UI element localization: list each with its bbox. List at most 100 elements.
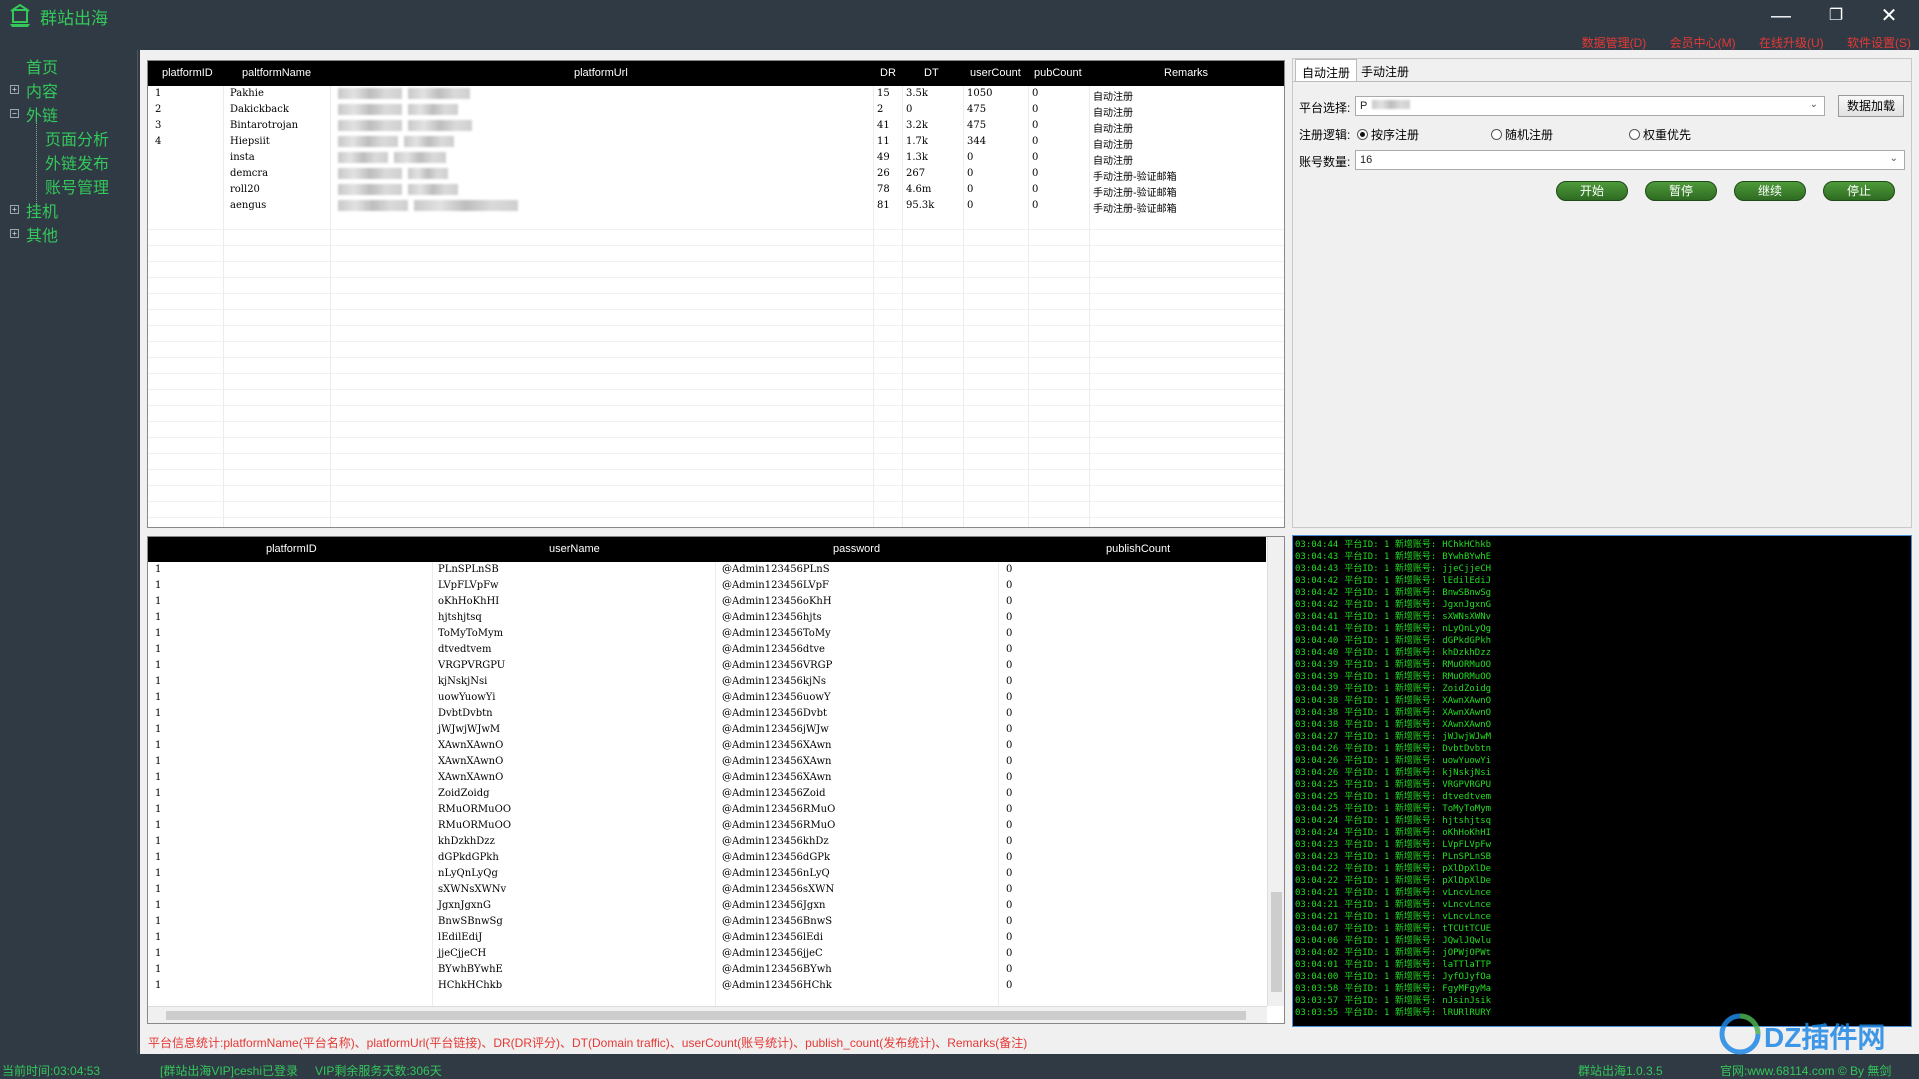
menu-online-upgrade[interactable]: 在线升级(U) [1759, 36, 1824, 50]
expand-icon[interactable]: + [10, 229, 19, 238]
close-button[interactable]: ✕ [1874, 4, 1904, 28]
row-divider [148, 341, 1284, 342]
sidebar-item-other[interactable]: 其他 [26, 222, 58, 246]
column-header[interactable]: platformID [162, 67, 213, 79]
table-row[interactable]: 1 dtvedtvem @Admin123456dtve 0 [148, 642, 1266, 658]
menu-software-settings[interactable]: 软件设置(S) [1847, 36, 1911, 50]
sidebar-item-link-publish[interactable]: 外链发布 [45, 150, 109, 174]
column-header[interactable]: DT [924, 67, 939, 79]
table-row[interactable]: 1 LVpFLVpFw @Admin123456LVpF 0 [148, 578, 1266, 594]
table-row[interactable]: 1 BYwhBYwhE @Admin123456BYwh 0 [148, 962, 1266, 978]
column-header[interactable]: pubCount [1034, 67, 1082, 79]
scrollbar-thumb[interactable] [166, 1011, 1246, 1020]
sidebar-item-backlinks[interactable]: 外链 [26, 102, 58, 126]
table-row[interactable]: 1 dGPkdGPkh @Admin123456dGPk 0 [148, 850, 1266, 866]
table-row[interactable]: 2 Dakickback 2 0 475 0 自动注册 [148, 102, 1284, 119]
table-row[interactable]: 1 ToMyToMym @Admin123456ToMy 0 [148, 626, 1266, 642]
table-row[interactable]: 3 Bintarotrojan 41 3.2k 475 0 自动注册 [148, 118, 1284, 135]
dr-cell: 2 [877, 104, 884, 115]
table-row[interactable]: aengus 81 95.3k 0 0 手动注册-验证邮箱 [148, 198, 1284, 215]
table-row[interactable]: 1 XAwnXAwnO @Admin123456XAwn 0 [148, 754, 1266, 770]
table-row[interactable]: 1 kjNskjNsi @Admin123456kjNs 0 [148, 674, 1266, 690]
platform-id-cell: 1 [155, 916, 162, 927]
log-console[interactable]: 03:04:44 平台ID: 1 新增账号: HChkHChkb 03:04:43 平台… [1292, 535, 1912, 1027]
table-row[interactable]: 1 oKhHoKhHI @Admin123456oKhH 0 [148, 594, 1266, 610]
table-row[interactable]: 1 nLyQnLyQg @Admin123456nLyQ 0 [148, 866, 1266, 882]
minimize-button[interactable]: — [1766, 4, 1796, 28]
expand-icon[interactable]: + [10, 205, 19, 214]
table-row[interactable]: roll20 78 4.6m 0 0 手动注册-验证邮箱 [148, 182, 1284, 199]
table-row[interactable]: 1 RMuORMuOO @Admin123456RMuO 0 [148, 802, 1266, 818]
platform-select-value: P [1360, 100, 1368, 112]
table-row[interactable]: insta 49 1.3k 0 0 自动注册 [148, 150, 1284, 167]
menu-data-management[interactable]: 数据管理(D) [1582, 36, 1647, 50]
resume-button[interactable]: 继续 [1734, 181, 1806, 201]
scrollbar-thumb[interactable] [1271, 892, 1282, 992]
radio-random[interactable]: 随机注册 [1491, 126, 1553, 143]
start-button[interactable]: 开始 [1556, 181, 1628, 201]
table-row[interactable]: 1 HChkHChkb @Admin123456HChk 0 [148, 978, 1266, 994]
table-row[interactable]: 1 XAwnXAwnO @Admin123456XAwn 0 [148, 770, 1266, 786]
platform-id-cell: 2 [155, 104, 162, 115]
expand-icon[interactable]: + [10, 85, 19, 94]
sidebar-item-content[interactable]: 内容 [26, 78, 58, 102]
radio-weight[interactable]: 权重优先 [1629, 126, 1691, 143]
platform-select[interactable]: P ⌄ [1355, 96, 1825, 116]
platform-id-cell: 1 [155, 868, 162, 879]
row-divider [148, 453, 1284, 454]
redacted-url [408, 88, 470, 99]
table-row[interactable]: 1 VRGPVRGPU @Admin123456VRGP 0 [148, 658, 1266, 674]
dr-cell: 49 [877, 152, 890, 163]
column-header[interactable]: Remarks [1164, 67, 1208, 79]
top-menu: 数据管理(D) 会员中心(M) 在线升级(U) 软件设置(S) [1562, 34, 1911, 51]
column-header[interactable]: DR [880, 67, 896, 79]
stop-button[interactable]: 停止 [1823, 181, 1895, 201]
column-header[interactable]: platformUrl [574, 67, 628, 79]
column-header[interactable]: paltformName [242, 67, 311, 79]
maximize-button[interactable]: ❐ [1821, 4, 1851, 28]
table-row[interactable]: 1 hjtshjtsq @Admin123456hjts 0 [148, 610, 1266, 626]
table-row[interactable]: 1 uowYuowYi @Admin123456uowY 0 [148, 690, 1266, 706]
sidebar-item-page-analysis[interactable]: 页面分析 [45, 126, 109, 150]
horizontal-scrollbar[interactable] [148, 1006, 1267, 1023]
load-data-button[interactable]: 数据加载 [1838, 95, 1904, 117]
table-row[interactable]: 1 Pakhie 15 3.5k 1050 0 自动注册 [148, 86, 1284, 103]
table-row[interactable]: 1 PLnSPLnSB @Admin123456PLnS 0 [148, 562, 1266, 578]
table-row[interactable]: 1 BnwSBnwSg @Admin123456BnwS 0 [148, 914, 1266, 930]
vertical-scrollbar[interactable] [1267, 537, 1284, 1006]
menu-member-center[interactable]: 会员中心(M) [1670, 36, 1736, 50]
table-row[interactable]: 1 XAwnXAwnO @Admin123456XAwn 0 [148, 738, 1266, 754]
row-divider [148, 389, 1284, 390]
redacted-url [338, 152, 388, 163]
platform-id-cell: 1 [155, 644, 162, 655]
radio-sequential[interactable]: 按序注册 [1357, 126, 1419, 143]
website-link[interactable]: 官网:www.68114.com © By 無剑 [1720, 1062, 1891, 1079]
tab-manual-register[interactable]: 手动注册 [1355, 59, 1415, 81]
column-header[interactable]: platformID [266, 543, 317, 555]
column-header[interactable]: userName [549, 543, 600, 555]
column-header[interactable]: publishCount [1106, 543, 1170, 555]
column-header[interactable]: password [833, 543, 880, 555]
table-row[interactable]: 1 RMuORMuOO @Admin123456RMuO 0 [148, 818, 1266, 834]
table-row[interactable]: 1 jWJwjWJwM @Admin123456jWJw 0 [148, 722, 1266, 738]
sidebar-item-idle[interactable]: 挂机 [26, 198, 58, 222]
pause-button[interactable]: 暂停 [1645, 181, 1717, 201]
tab-auto-register[interactable]: 自动注册 [1295, 59, 1358, 81]
remarks-cell: 自动注册 [1093, 140, 1133, 151]
table-row[interactable]: 1 jjeCjjeCH @Admin123456jjeC 0 [148, 946, 1266, 962]
account-count-select[interactable]: 16 ⌄ [1355, 150, 1905, 170]
table-row[interactable]: 1 khDzkhDzz @Admin123456khDz 0 [148, 834, 1266, 850]
table-row[interactable]: 1 ZoidZoidg @Admin123456Zoid 0 [148, 786, 1266, 802]
table-row[interactable]: demcra 26 267 0 0 手动注册-验证邮箱 [148, 166, 1284, 183]
password-cell: @Admin123456jWJw [722, 724, 829, 735]
table-row[interactable]: 1 sXWNsXWNv @Admin123456sXWN 0 [148, 882, 1266, 898]
table-row[interactable]: 4 Hiepsiit 11 1.7k 344 0 自动注册 [148, 134, 1284, 151]
password-cell: @Admin123456LVpF [722, 580, 829, 591]
collapse-icon[interactable]: − [10, 109, 19, 118]
column-header[interactable]: userCount [970, 67, 1021, 79]
table-row[interactable]: 1 DvbtDvbtn @Admin123456Dvbt 0 [148, 706, 1266, 722]
table-row[interactable]: 1 JgxnJgxnG @Admin123456Jgxn 0 [148, 898, 1266, 914]
sidebar-item-home[interactable]: 首页 [26, 54, 58, 78]
table-row[interactable]: 1 lEdilEdiJ @Admin123456lEdi 0 [148, 930, 1266, 946]
sidebar-item-account-management[interactable]: 账号管理 [45, 174, 109, 198]
